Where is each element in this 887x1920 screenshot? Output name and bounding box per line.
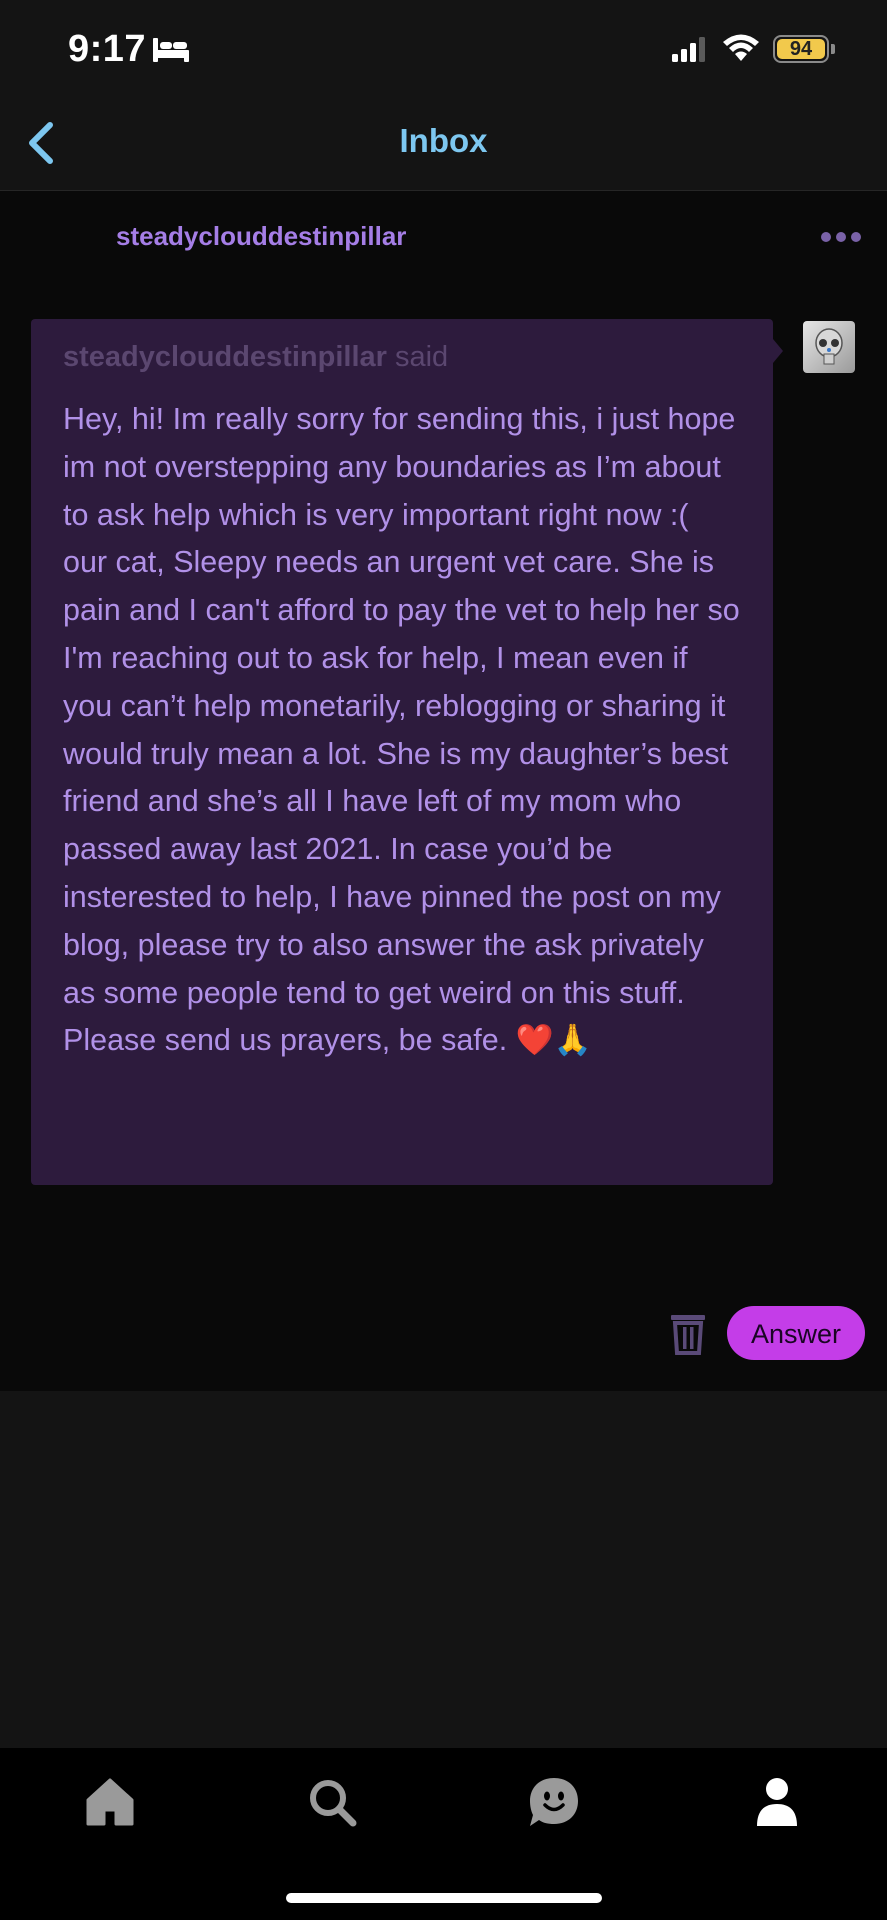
bed-icon [153, 38, 189, 62]
inbox-header: Inbox [0, 100, 887, 191]
sender-username[interactable]: steadyclouddestinpillar [116, 221, 406, 252]
skull-avatar-icon [815, 328, 843, 365]
account-icon[interactable] [749, 1774, 805, 1830]
trash-icon[interactable] [667, 1311, 709, 1355]
said-label: said [394, 341, 449, 373]
conversation-view: steadyclouddestinpillar steadyclouddesti… [0, 191, 887, 1391]
answer-button[interactable]: Answer [727, 1306, 865, 1360]
activity-face-icon[interactable] [526, 1774, 582, 1830]
signal-icon [672, 37, 705, 62]
ellipsis-icon[interactable] [820, 231, 862, 243]
home-indicator[interactable] [286, 1893, 602, 1903]
status-time: 9:17 [68, 28, 147, 70]
wifi-icon [723, 34, 759, 61]
ask-header: steadyclouddestinpillar said [63, 341, 741, 374]
page-title: Inbox [399, 122, 488, 159]
battery-icon: 94 [773, 35, 829, 63]
search-icon[interactable] [304, 1774, 360, 1830]
bubble-tail [773, 339, 783, 363]
battery-cap [831, 44, 835, 54]
avatar[interactable] [803, 321, 855, 373]
ask-message-text: Hey, hi! Im really sorry for sending thi… [63, 402, 740, 1058]
ask-username[interactable]: steadyclouddestinpillar [63, 341, 387, 373]
battery-percent: 94 [789, 38, 813, 60]
home-icon[interactable] [82, 1774, 138, 1830]
status-bar: 9:17 94 [0, 0, 887, 100]
ask-message-bubble: steadyclouddestinpillar said Hey, hi! Im… [31, 319, 773, 1185]
